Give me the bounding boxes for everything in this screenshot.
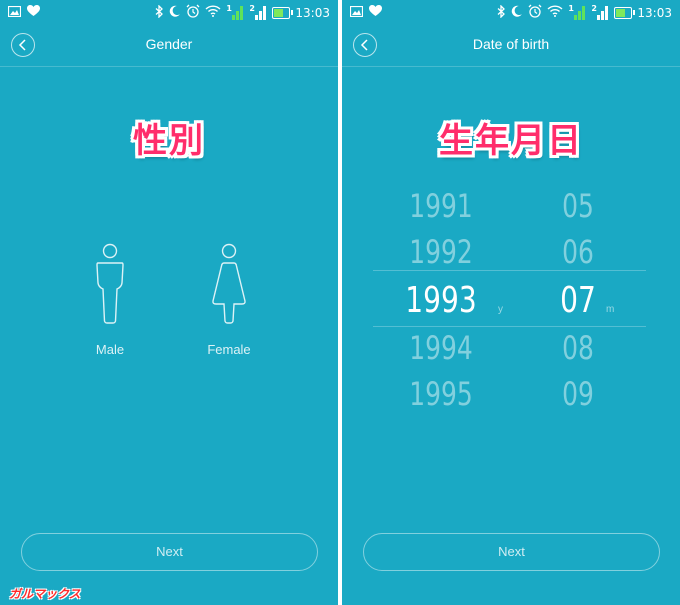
next-button[interactable]: Next xyxy=(363,533,660,571)
month-unit-label: m xyxy=(606,304,615,315)
status-bar: 1 2 13:03 xyxy=(0,0,338,26)
signal-icon: 2 xyxy=(249,4,267,20)
caption-overlay: 性別 xyxy=(133,121,205,161)
month-option[interactable]: 06 xyxy=(539,233,617,271)
gender-label-female: Female xyxy=(207,342,251,357)
female-figure-icon xyxy=(212,243,246,324)
watermark-logo: ガルマックス xyxy=(9,587,81,601)
year-option-selected[interactable]: 1993 xyxy=(402,280,480,321)
app-bar: Gender xyxy=(0,26,338,67)
moon-icon xyxy=(169,5,181,20)
gender-label-male: Male xyxy=(95,342,125,357)
gender-option-female[interactable]: Female xyxy=(189,243,269,357)
battery-charging-icon xyxy=(272,6,294,19)
bluetooth-icon xyxy=(155,3,164,21)
gender-screen: 1 2 13:03 Gender 性別 Male Female Next xyxy=(0,0,338,605)
date-of-birth-screen: 1 2 13:03 Date of birth 生年月日 1991 1992 1… xyxy=(342,0,680,605)
alarm-icon xyxy=(186,4,200,21)
month-option[interactable]: 08 xyxy=(539,329,617,367)
status-time: 13:03 xyxy=(295,5,330,20)
year-unit-label: y xyxy=(498,304,503,315)
page-title: Gender xyxy=(145,36,193,52)
year-option[interactable]: 1994 xyxy=(402,329,480,367)
male-figure-icon xyxy=(96,243,124,324)
next-button[interactable]: Next xyxy=(21,533,318,571)
year-option[interactable]: 1992 xyxy=(402,233,480,271)
wifi-icon xyxy=(205,5,221,20)
date-picker: 1991 1992 1993 1994 1995 y 05 06 07 08 0… xyxy=(342,0,680,605)
year-option[interactable]: 1995 xyxy=(402,375,480,413)
month-option[interactable]: 05 xyxy=(539,187,617,225)
gallery-icon xyxy=(7,5,22,20)
month-option[interactable]: 09 xyxy=(539,375,617,413)
gender-option-male[interactable]: Male xyxy=(70,243,150,357)
heart-icon xyxy=(27,5,40,20)
signal-icon: 1 xyxy=(226,4,244,20)
picker-selection-line-bottom xyxy=(373,326,646,327)
year-option[interactable]: 1991 xyxy=(402,187,480,225)
